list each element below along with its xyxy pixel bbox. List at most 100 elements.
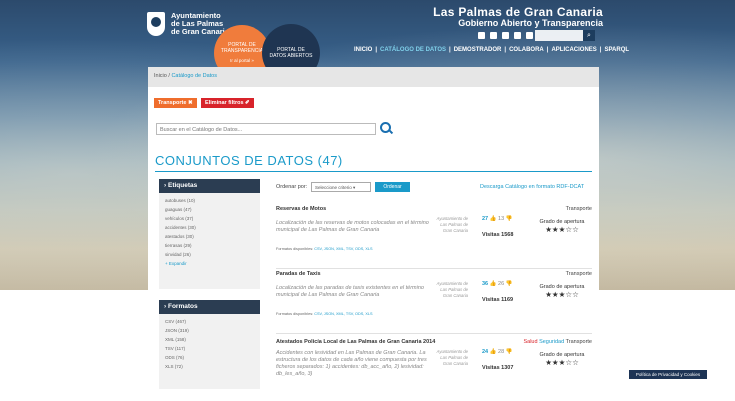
- breadcrumb-current: Catálogo de Datos: [171, 73, 217, 79]
- search-icon: ⌕: [587, 32, 591, 39]
- dataset-organization: Ayuntamiento de Las Palmas de Gran Canaria: [436, 216, 468, 233]
- portal-transparencia-link: Ir al portal »: [230, 58, 254, 63]
- dataset-item: Atestados Policía Local de Las Palmas de…: [276, 339, 592, 401]
- nav-demostrador[interactable]: DEMOSTRADOR: [454, 47, 502, 53]
- dataset-description: Accidentes con lesividad en Las Palmas d…: [276, 350, 427, 377]
- youtube-icon[interactable]: [502, 32, 509, 39]
- facet-item[interactable]: tierrasas (29): [165, 241, 254, 250]
- rdf-download-link[interactable]: Descarga Catálogo en formato RDF-DCAT: [480, 184, 584, 190]
- facet-item[interactable]: JSON (319): [165, 326, 254, 335]
- main-panel: Inicio / Catálogo de Datos Transporte ✖ …: [148, 67, 599, 389]
- dataset-formats: Formatos disponibles: CSV, JSON, XML, TS…: [276, 312, 373, 316]
- facet-item[interactable]: vehículos (37): [165, 214, 254, 223]
- facet-item[interactable]: atestados (30): [165, 232, 254, 241]
- dataset-item: Reservas de Motos Localización de las re…: [276, 206, 592, 269]
- star-rating-icon: ★★★☆☆: [545, 290, 579, 299]
- site-title: Las Palmas de Gran Canaria: [433, 5, 603, 19]
- main-nav: INICIO | CATÁLOGO DE DATOS | DEMOSTRADOR…: [354, 47, 629, 53]
- dataset-rating: Grado de apertura ★★★☆☆: [532, 219, 592, 234]
- logo-text: Ayuntamiento de Las Palmas de Gran Canar…: [171, 12, 229, 36]
- breadcrumb: Inicio / Catálogo de Datos: [148, 67, 599, 87]
- nav-separator: |: [599, 47, 602, 53]
- thumbs-up-icon[interactable]: 👍: [490, 349, 497, 355]
- order-select[interactable]: Seleccione criterio ▾: [311, 182, 371, 192]
- category-seguridad[interactable]: Seguridad: [539, 339, 564, 345]
- dataset-organization: Ayuntamiento de Las Palmas de Gran Canaria: [436, 281, 468, 298]
- format-links[interactable]: CSV, JSON, XML, TSV, ODS, XLS: [314, 312, 372, 316]
- nav-colabora[interactable]: COLABORA: [509, 47, 544, 53]
- cookies-link[interactable]: Política de Privacidad y Cookies: [629, 370, 707, 379]
- facet-item[interactable]: autobuses (10): [165, 196, 254, 205]
- dataset-description: Localización de las paradas de taxis exi…: [276, 285, 424, 298]
- facet-etiquetas: › Etiquetas autobuses (10) guaguas (47) …: [159, 179, 260, 289]
- header-search-button[interactable]: ⌕: [583, 30, 595, 41]
- breadcrumb-home[interactable]: Inicio: [154, 73, 167, 79]
- order-label: Ordenar por:: [276, 184, 308, 190]
- nav-aplicaciones[interactable]: APLICACIONES: [551, 47, 596, 53]
- title-divider: [155, 171, 592, 172]
- nav-separator: |: [546, 47, 549, 53]
- dataset-visits: Visitas 1568: [482, 232, 514, 238]
- nav-inicio[interactable]: INICIO: [354, 47, 372, 53]
- thumbs-down-icon[interactable]: 👎: [506, 281, 513, 287]
- nav-separator: |: [449, 47, 451, 53]
- dataset-votes[interactable]: 27 👍 13 👎: [482, 216, 513, 222]
- expand-link[interactable]: + Expandir: [165, 259, 254, 268]
- chevron-down-icon: ▾: [353, 185, 356, 190]
- page-title: CONJUNTOS DE DATOS (47): [155, 153, 343, 168]
- dataset-rating: Grado de apertura ★★★☆☆: [532, 284, 592, 299]
- dataset-organization: Ayuntamiento de Las Palmas de Gran Canaria: [436, 349, 468, 366]
- thumbs-up-icon[interactable]: 👍: [490, 281, 497, 287]
- thumbs-up-icon[interactable]: 👍: [490, 216, 497, 222]
- dataset-title[interactable]: Atestados Policía Local de Las Palmas de…: [276, 339, 435, 345]
- dataset-category[interactable]: Transporte: [566, 271, 592, 277]
- thumbs-down-icon[interactable]: 👎: [506, 216, 513, 222]
- facet-item[interactable]: ODS (76): [165, 353, 254, 362]
- portal-datos-label: DATOS ABIERTOS: [269, 53, 313, 59]
- facet-item[interactable]: sinvidad (26): [165, 250, 254, 259]
- dataset-votes[interactable]: 24 👍 28 👎: [482, 349, 513, 355]
- dataset-rating: Grado de apertura ★★★☆☆: [532, 352, 592, 367]
- star-rating-icon: ★★★☆☆: [545, 358, 579, 367]
- format-links[interactable]: CSV, JSON, XML, TSV, ODS, XLS: [314, 247, 372, 251]
- category-salud[interactable]: Salud: [523, 339, 537, 345]
- facet-heading[interactable]: › Etiquetas: [159, 179, 260, 193]
- dataset-visits: Visitas 1307: [482, 365, 514, 371]
- coat-of-arms-icon: [147, 12, 165, 36]
- facet-item[interactable]: guaguas (47): [165, 205, 254, 214]
- breadcrumb-separator: /: [168, 73, 170, 79]
- facet-item[interactable]: CSV (467): [165, 317, 254, 326]
- dataset-category[interactable]: Transporte: [566, 206, 592, 212]
- order-button[interactable]: Ordenar: [375, 182, 410, 192]
- dataset-formats: Formatos disponibles: CSV, JSON, XML, TS…: [276, 247, 373, 251]
- catalog-search-input[interactable]: Buscar en el Catálogo de Datos...: [156, 123, 376, 135]
- nav-sparql[interactable]: SPARQL: [604, 47, 629, 53]
- facet-heading[interactable]: › Formatos: [159, 300, 260, 314]
- dataset-visits: Visitas 1169: [482, 297, 514, 303]
- thumbs-down-icon[interactable]: 👎: [506, 349, 513, 355]
- dataset-item: Paradas de Taxis Localización de las par…: [276, 271, 592, 334]
- nav-separator: |: [504, 47, 507, 53]
- dataset-categories: Salud Seguridad Transporte: [523, 339, 592, 345]
- facet-item[interactable]: accidentes (30): [165, 223, 254, 232]
- dataset-votes[interactable]: 36 👍 26 👎: [482, 281, 513, 287]
- active-filter-tag[interactable]: Transporte ✖: [154, 98, 197, 108]
- city-logo[interactable]: Ayuntamiento de Las Palmas de Gran Canar…: [147, 12, 229, 36]
- facet-item[interactable]: TSV (117): [165, 344, 254, 353]
- dataset-title[interactable]: Paradas de Taxis: [276, 271, 321, 277]
- twitter-icon[interactable]: [478, 32, 485, 39]
- nav-separator: |: [375, 47, 378, 53]
- facet-item[interactable]: XLS (72): [165, 362, 254, 371]
- search-icon[interactable]: [380, 122, 391, 133]
- clear-filters-button[interactable]: Eliminar filtros ✐: [201, 98, 254, 108]
- category-transporte[interactable]: Transporte: [566, 339, 592, 345]
- dataset-description: Localización de las reservas de motos co…: [276, 220, 429, 233]
- star-rating-icon: ★★★☆☆: [545, 225, 579, 234]
- dataset-title[interactable]: Reservas de Motos: [276, 206, 326, 212]
- nav-catalogo[interactable]: CATÁLOGO DE DATOS: [380, 47, 446, 53]
- share-icon[interactable]: [514, 32, 521, 39]
- site-subtitle: Gobierno Abierto y Transparencia: [458, 18, 603, 28]
- facet-item[interactable]: XML (158): [165, 335, 254, 344]
- facebook-icon[interactable]: [490, 32, 497, 39]
- mail-icon[interactable]: [526, 32, 533, 39]
